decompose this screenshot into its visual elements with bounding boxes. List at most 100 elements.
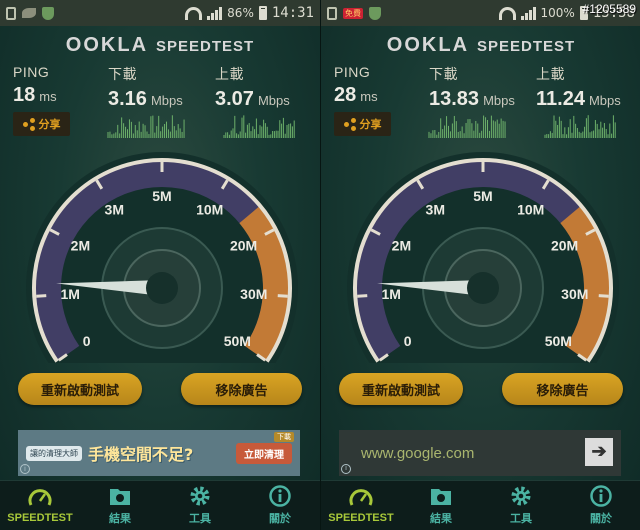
- upload-metric: 上載 11.24 Mbps: [536, 64, 621, 111]
- wifi-icon: [498, 6, 516, 20]
- bottom-nav: SPEEDTEST 結果 工具 關於: [321, 480, 640, 530]
- gauge-tick-label: 1M: [381, 286, 400, 302]
- nav-about[interactable]: 關於: [240, 481, 320, 530]
- ad-info-icon[interactable]: i: [20, 464, 30, 474]
- nav-speedtest[interactable]: SPEEDTEST: [0, 481, 80, 530]
- gauge-tick: [598, 294, 609, 298]
- gauge-tick-label: 50M: [224, 333, 251, 349]
- speed-gauge: 0 1M 2M 3M 5M 10M 20M 30M 50M: [347, 152, 619, 363]
- download-label: 下載: [108, 66, 137, 82]
- gauge-tick: [357, 294, 368, 298]
- promo-badge: 免費: [343, 7, 363, 19]
- battery-percent: 100%: [540, 6, 575, 20]
- gauge-tick-label: 10M: [196, 201, 223, 217]
- gauge-tick-label: 0: [83, 333, 91, 349]
- ad-url[interactable]: www.google.com: [361, 445, 474, 462]
- gauge-tick-label: 2M: [71, 238, 90, 254]
- folder-icon: [431, 489, 451, 505]
- ad-info-icon[interactable]: i: [341, 464, 351, 474]
- share-icon: [22, 118, 35, 131]
- upload-value: 3.07 Mbps: [215, 88, 290, 110]
- share-icon: [343, 118, 356, 131]
- shield-icon: [369, 6, 381, 20]
- shield-icon: [42, 6, 54, 20]
- battery-icon: [258, 6, 267, 20]
- restart-test-button[interactable]: 重新啟動測試: [18, 373, 142, 405]
- gauge-tick-label: 5M: [152, 188, 171, 204]
- ad-banner[interactable]: 讓的清理大師 手機空間不足? 立即清理 下載 i: [18, 430, 300, 476]
- upload-label: 上載: [536, 66, 565, 82]
- download-sparkline: [107, 115, 185, 138]
- ad-brand: 讓的清理大師: [26, 445, 82, 461]
- ad-headline: 手機空間不足?: [88, 445, 194, 464]
- gauge-tick-label: 20M: [551, 238, 578, 254]
- gauge-tick-label: 50M: [545, 333, 572, 349]
- speedometer-icon: [349, 489, 373, 506]
- speedometer-icon: [28, 489, 52, 506]
- gauge-tick-label: 2M: [392, 238, 411, 254]
- phone-icon: [327, 6, 337, 20]
- nav-tools[interactable]: 工具: [481, 481, 561, 530]
- gauge-tick-label: 3M: [426, 201, 445, 217]
- info-icon: [269, 485, 291, 507]
- upload-metric: 上載 3.07 Mbps: [215, 64, 290, 111]
- gauge-tick-label: 10M: [517, 201, 544, 217]
- screenshot-panel-1: 86% 14:31 OOKLA SPEEDTEST PING 18 ms 下載 3.…: [0, 0, 320, 530]
- signal-icon: [520, 6, 536, 20]
- download-value: 3.16 Mbps: [108, 88, 183, 110]
- ping-label: PING: [13, 64, 50, 80]
- speed-gauge: 0 1M 2M 3M 5M 10M 20M 30M 50M: [26, 152, 298, 363]
- gauge-tick-label: 30M: [561, 286, 588, 302]
- remove-ads-button[interactable]: 移除廣告: [181, 373, 302, 405]
- phone-icon: [6, 6, 16, 20]
- ad-tag: 下載: [274, 432, 294, 442]
- restart-test-button[interactable]: 重新啟動測試: [339, 373, 463, 405]
- nav-results[interactable]: 結果: [80, 481, 160, 530]
- nav-results[interactable]: 結果: [401, 481, 481, 530]
- clock: 14:31: [271, 5, 314, 21]
- status-bar: 86% 14:31: [0, 0, 320, 26]
- gauge-tick-label: 1M: [60, 286, 79, 302]
- gear-icon: [511, 486, 531, 506]
- battery-percent: 86%: [227, 6, 254, 20]
- nav-about[interactable]: 關於: [561, 481, 640, 530]
- gauge-tick-label: 5M: [473, 188, 492, 204]
- app-logo: OOKLA SPEEDTEST: [65, 34, 255, 56]
- nav-tools[interactable]: 工具: [160, 481, 240, 530]
- gauge-hub: [467, 272, 499, 304]
- download-metric: 下載 3.16 Mbps: [108, 64, 183, 111]
- app-logo: OOKLA SPEEDTEST: [386, 34, 576, 56]
- upload-label: 上載: [215, 66, 244, 82]
- leaf-icon: [22, 8, 36, 18]
- folder-icon: [110, 489, 130, 505]
- ping-value: 28 ms: [334, 84, 378, 106]
- wifi-icon: [185, 6, 203, 20]
- gauge-tick-label: 30M: [240, 286, 267, 302]
- gauge-tick-label: 20M: [230, 238, 257, 254]
- remove-ads-button[interactable]: 移除廣告: [502, 373, 623, 405]
- upload-sparkline: [544, 115, 616, 138]
- arrow-right-icon[interactable]: ➔: [585, 438, 613, 466]
- gauge-tick-label: 0: [404, 333, 412, 349]
- screenshot-panel-2: 免費 100% 15:58 OOKLA SPEEDTEST PING 28 ms 下…: [320, 0, 640, 530]
- info-icon: [590, 485, 612, 507]
- watermark: #1205589: [582, 2, 636, 16]
- ping-metric: PING 28 ms: [334, 64, 378, 107]
- bottom-nav: SPEEDTEST 結果 工具 關於: [0, 480, 320, 530]
- gauge-tick-label: 3M: [105, 201, 124, 217]
- ad-cta-button[interactable]: 立即清理: [236, 442, 292, 464]
- ping-value: 18 ms: [13, 84, 57, 106]
- gauge-tick: [277, 294, 288, 298]
- gear-icon: [190, 486, 210, 506]
- download-sparkline: [428, 115, 506, 138]
- share-button[interactable]: 分享: [334, 112, 391, 136]
- share-button[interactable]: 分享: [13, 112, 70, 136]
- upload-value: 11.24 Mbps: [536, 88, 621, 110]
- download-value: 13.83 Mbps: [429, 88, 515, 110]
- signal-icon: [207, 6, 223, 20]
- ad-banner[interactable]: www.google.com ➔ i: [339, 430, 621, 476]
- ping-metric: PING 18 ms: [13, 64, 57, 107]
- gauge-hub: [146, 272, 178, 304]
- nav-speedtest[interactable]: SPEEDTEST: [321, 481, 401, 530]
- download-label: 下載: [429, 66, 458, 82]
